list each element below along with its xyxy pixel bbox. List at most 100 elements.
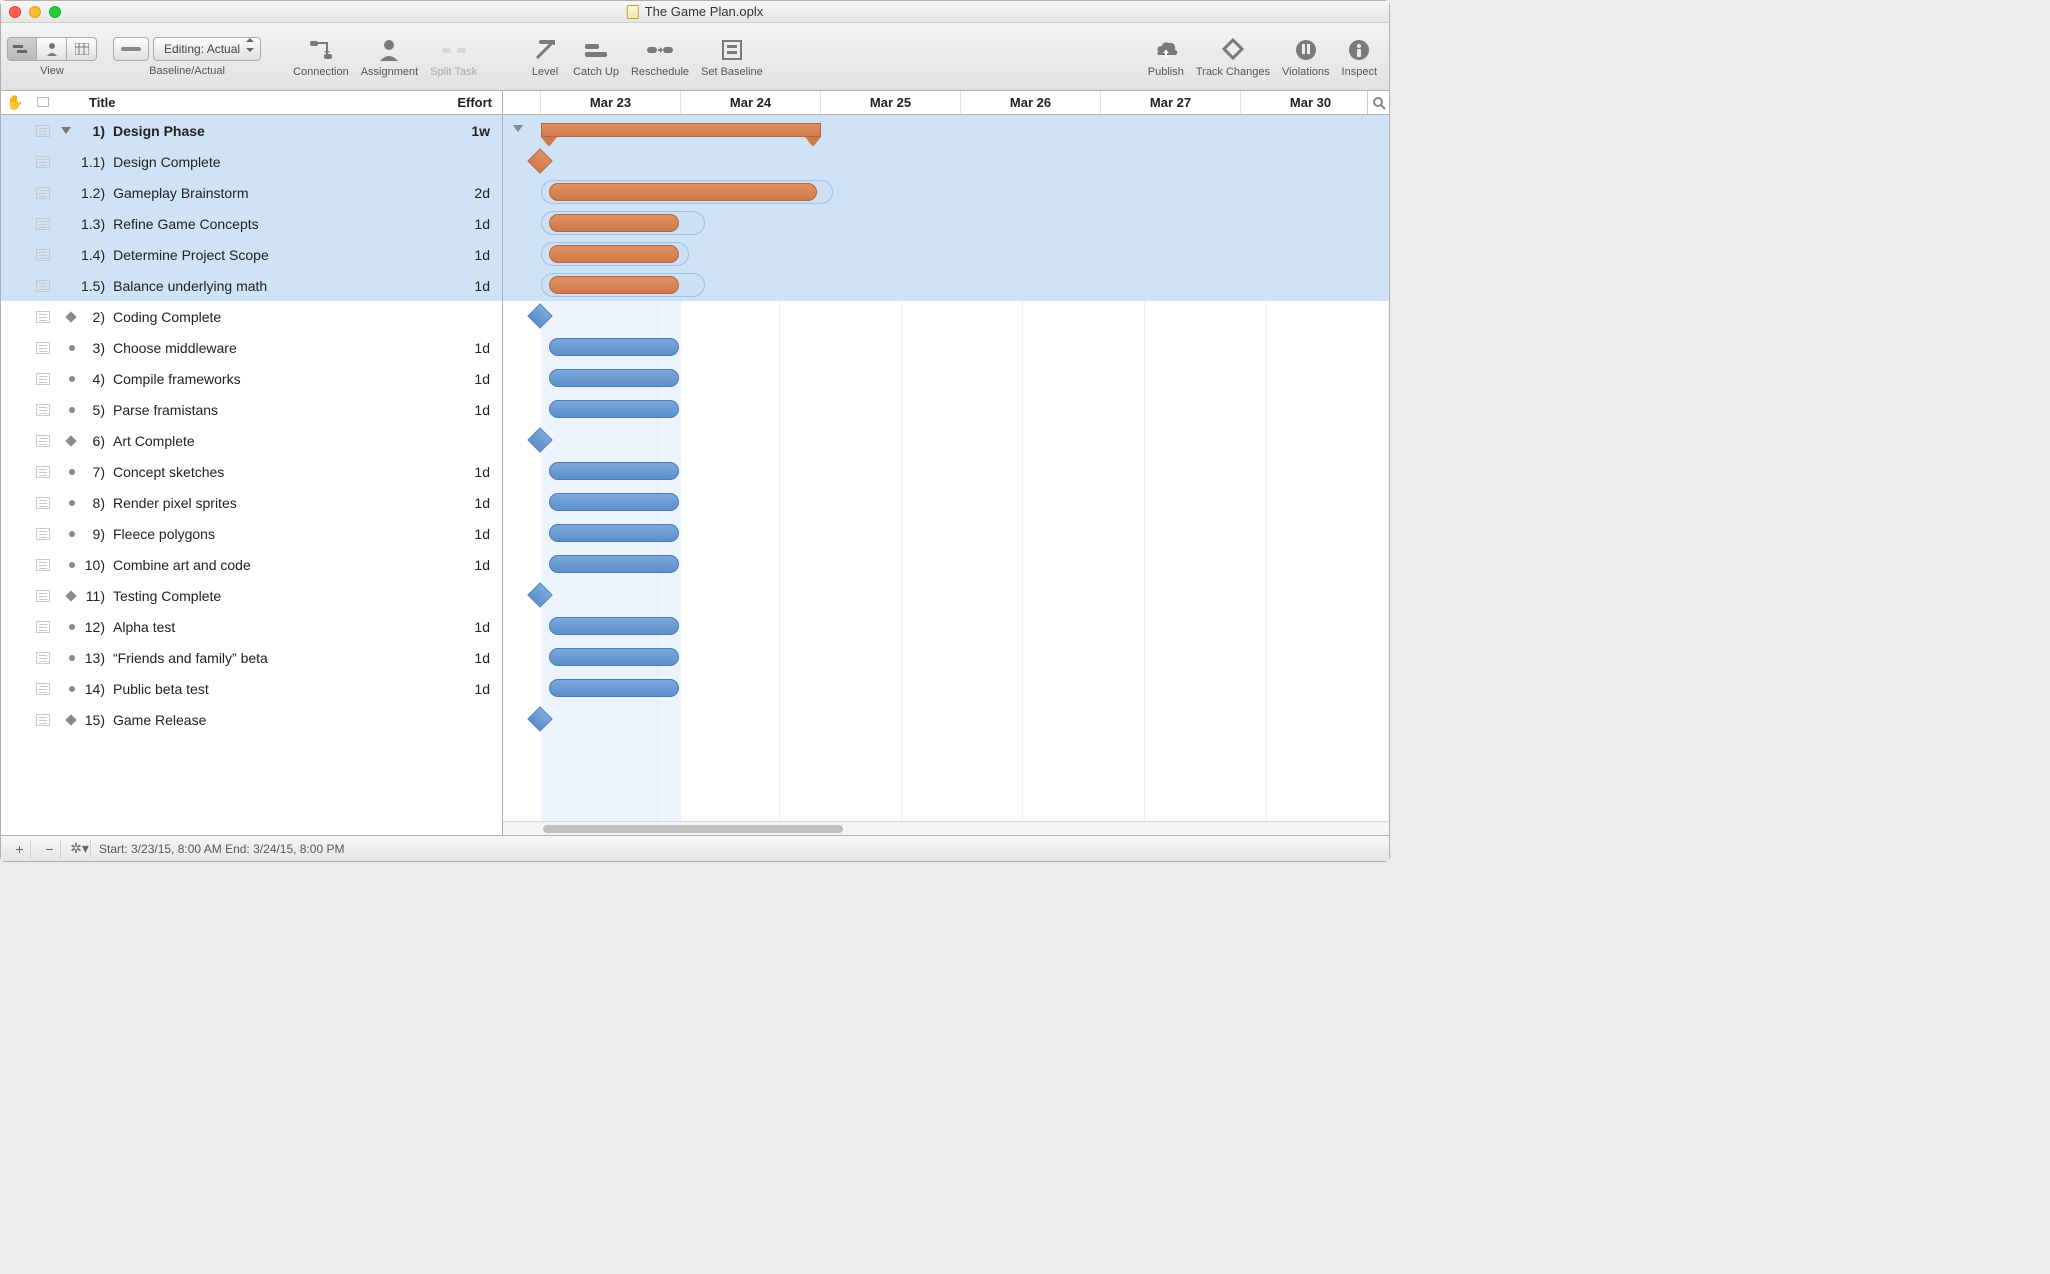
task-bar[interactable] bbox=[549, 338, 679, 356]
task-title[interactable]: “Friends and family” beta bbox=[109, 650, 442, 666]
task-title[interactable]: Render pixel sprites bbox=[109, 495, 442, 511]
note-gutter[interactable] bbox=[29, 373, 57, 385]
date-header-cell[interactable]: Mar 30 bbox=[1241, 91, 1381, 114]
task-effort[interactable]: 1w bbox=[442, 123, 502, 139]
note-gutter[interactable] bbox=[29, 714, 57, 726]
gantt-row[interactable] bbox=[503, 425, 1389, 456]
task-title[interactable]: Public beta test bbox=[109, 681, 442, 697]
zoom-icon[interactable] bbox=[1367, 91, 1389, 114]
task-bar[interactable] bbox=[549, 245, 679, 263]
task-effort[interactable]: 1d bbox=[442, 247, 502, 263]
task-row[interactable]: 10)Combine art and code1d bbox=[1, 549, 502, 580]
gantt-chart[interactable]: Project: Styles ⌘4 Whole D…Column…ANotes… bbox=[503, 115, 1389, 835]
close-window-button[interactable] bbox=[9, 6, 21, 18]
date-header-cell[interactable]: Mar 27 bbox=[1101, 91, 1241, 114]
task-row[interactable]: 1.2)Gameplay Brainstorm2d bbox=[1, 177, 502, 208]
task-title[interactable]: Testing Complete bbox=[109, 588, 442, 604]
task-effort[interactable]: 1d bbox=[442, 495, 502, 511]
task-bar[interactable] bbox=[549, 462, 679, 480]
toolbar-connection-button[interactable]: Connection bbox=[287, 36, 355, 78]
task-row[interactable]: 1.5)Balance underlying math1d bbox=[1, 270, 502, 301]
toolbar-setbaseline-button[interactable]: Set Baseline bbox=[695, 36, 769, 78]
remove-task-button[interactable]: − bbox=[39, 840, 61, 858]
task-title[interactable]: Compile frameworks bbox=[109, 371, 442, 387]
task-row[interactable]: 14)Public beta test1d bbox=[1, 673, 502, 704]
gantt-row[interactable] bbox=[503, 177, 1389, 208]
gantt-row[interactable] bbox=[503, 580, 1389, 611]
toolbar-publish-button[interactable]: Publish bbox=[1142, 36, 1190, 78]
task-bar[interactable] bbox=[549, 183, 817, 201]
task-row[interactable]: 7)Concept sketches1d bbox=[1, 456, 502, 487]
task-row[interactable]: 1.1)Design Complete bbox=[1, 146, 502, 177]
zoom-window-button[interactable] bbox=[49, 6, 61, 18]
note-gutter[interactable] bbox=[29, 497, 57, 509]
task-effort[interactable]: 1d bbox=[442, 526, 502, 542]
note-gutter[interactable] bbox=[29, 404, 57, 416]
task-outline[interactable]: 1)Design Phase1w1.1)Design Complete1.2)G… bbox=[1, 115, 503, 835]
task-bar[interactable] bbox=[549, 524, 679, 542]
task-bar[interactable] bbox=[549, 648, 679, 666]
task-bar[interactable] bbox=[549, 679, 679, 697]
task-row[interactable]: 11)Testing Complete bbox=[1, 580, 502, 611]
task-bar[interactable] bbox=[549, 555, 679, 573]
note-gutter[interactable] bbox=[29, 311, 57, 323]
task-effort[interactable]: 1d bbox=[442, 681, 502, 697]
gantt-row[interactable] bbox=[503, 332, 1389, 363]
task-effort[interactable]: 1d bbox=[442, 216, 502, 232]
note-gutter[interactable] bbox=[29, 621, 57, 633]
date-header-cell[interactable]: Mar 25 bbox=[821, 91, 961, 114]
gantt-row[interactable] bbox=[503, 549, 1389, 580]
note-gutter[interactable] bbox=[29, 342, 57, 354]
task-row[interactable]: 1.4)Determine Project Scope1d bbox=[1, 239, 502, 270]
note-gutter[interactable] bbox=[29, 280, 57, 292]
toolbar-catchup-button[interactable]: Catch Up bbox=[567, 36, 625, 78]
note-gutter[interactable] bbox=[29, 683, 57, 695]
task-row[interactable]: 12)Alpha test1d bbox=[1, 611, 502, 642]
note-gutter[interactable] bbox=[29, 652, 57, 664]
task-row[interactable]: 4)Compile frameworks1d bbox=[1, 363, 502, 394]
note-gutter[interactable] bbox=[29, 435, 57, 447]
view-calendar-button[interactable] bbox=[67, 37, 97, 61]
actions-menu-button[interactable]: ✲▾ bbox=[69, 840, 91, 858]
task-title[interactable]: Art Complete bbox=[109, 433, 442, 449]
task-bar[interactable] bbox=[549, 617, 679, 635]
task-effort[interactable]: 1d bbox=[442, 402, 502, 418]
note-gutter[interactable] bbox=[29, 559, 57, 571]
task-row[interactable]: 13)“Friends and family” beta1d bbox=[1, 642, 502, 673]
task-effort[interactable]: 1d bbox=[442, 650, 502, 666]
gantt-row[interactable] bbox=[503, 704, 1389, 735]
gantt-row[interactable] bbox=[503, 487, 1389, 518]
note-gutter[interactable] bbox=[29, 218, 57, 230]
note-gutter[interactable] bbox=[29, 187, 57, 199]
task-title[interactable]: Game Release bbox=[109, 712, 442, 728]
milestone-diamond[interactable] bbox=[527, 303, 552, 328]
gantt-row[interactable] bbox=[503, 208, 1389, 239]
milestone-diamond[interactable] bbox=[527, 582, 552, 607]
minimize-window-button[interactable] bbox=[29, 6, 41, 18]
gantt-row[interactable] bbox=[503, 363, 1389, 394]
toolbar-split-button[interactable]: Split Task bbox=[424, 36, 483, 78]
task-bar[interactable] bbox=[549, 493, 679, 511]
task-row[interactable]: 6)Art Complete bbox=[1, 425, 502, 456]
task-row[interactable]: 2)Coding Complete bbox=[1, 301, 502, 332]
milestone-diamond[interactable] bbox=[527, 706, 552, 731]
task-effort[interactable]: 1d bbox=[442, 619, 502, 635]
view-resource-button[interactable] bbox=[37, 37, 67, 61]
task-title[interactable]: Design Complete bbox=[109, 154, 442, 170]
gantt-row[interactable] bbox=[503, 239, 1389, 270]
gantt-row[interactable] bbox=[503, 301, 1389, 332]
task-title[interactable]: Alpha test bbox=[109, 619, 442, 635]
gantt-row[interactable] bbox=[503, 270, 1389, 301]
task-row[interactable]: 15)Game Release bbox=[1, 704, 502, 735]
summary-bar[interactable] bbox=[541, 123, 821, 137]
task-title[interactable]: Design Phase bbox=[109, 123, 442, 139]
toolbar-trackchanges-button[interactable]: Track Changes bbox=[1190, 36, 1276, 78]
task-effort[interactable]: 1d bbox=[442, 464, 502, 480]
task-effort[interactable]: 1d bbox=[442, 371, 502, 387]
gantt-row[interactable] bbox=[503, 146, 1389, 177]
note-gutter[interactable] bbox=[29, 156, 57, 168]
disclosure-triangle-icon[interactable] bbox=[61, 124, 75, 138]
date-header-cell[interactable]: Mar 24 bbox=[681, 91, 821, 114]
task-title[interactable]: Determine Project Scope bbox=[109, 247, 442, 263]
task-title[interactable]: Combine art and code bbox=[109, 557, 442, 573]
